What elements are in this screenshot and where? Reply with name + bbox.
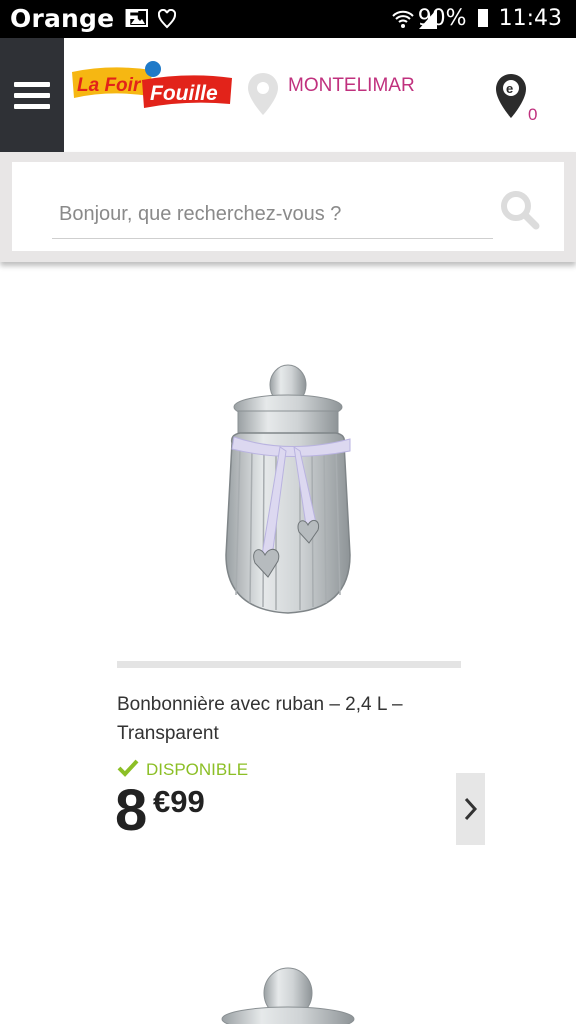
search-input[interactable]	[52, 190, 493, 239]
gallery-icon	[128, 9, 148, 27]
battery-icon	[477, 9, 488, 27]
price-integer: 8	[115, 778, 148, 843]
cart-count: 0	[528, 105, 538, 124]
next-product-button[interactable]	[456, 773, 485, 845]
product-title[interactable]: Bonbonnière avec ruban – 2,4 L – Transpa…	[117, 690, 457, 748]
search-container	[12, 162, 564, 251]
availability-label: DISPONIBLE	[146, 760, 249, 779]
logo-text-bottom: Fouille	[150, 82, 218, 105]
status-bar: Orange F 90% 11:43	[0, 0, 576, 38]
hamburger-icon-bar	[14, 104, 50, 109]
wifi-icon	[392, 10, 414, 28]
hamburger-icon	[14, 82, 50, 87]
menu-button[interactable]	[0, 38, 64, 152]
hamburger-icon-bar	[14, 93, 50, 98]
product-divider	[117, 661, 461, 668]
search-bar	[0, 152, 576, 262]
chevron-right-icon	[464, 797, 478, 821]
product-image[interactable]	[210, 355, 365, 625]
store-name[interactable]: MONTELIMAR	[288, 75, 415, 97]
price-decimal: €99	[153, 784, 205, 819]
carrier-label: Orange F	[10, 4, 141, 33]
check-icon	[117, 759, 139, 777]
cart-pin-icon[interactable]: e	[494, 72, 528, 120]
app-header: La Foir Fouille MONTELIMAR e 0	[0, 38, 576, 152]
heart-icon	[158, 9, 176, 29]
clock: 11:43	[498, 6, 562, 31]
search-icon[interactable]	[499, 189, 541, 231]
svg-text:e: e	[506, 81, 513, 96]
logo-text-top: La Foir	[77, 75, 142, 96]
location-pin-icon[interactable]	[246, 71, 280, 117]
product-image-next[interactable]	[210, 965, 365, 1024]
battery-percent: 90%	[417, 6, 467, 31]
la-foir-fouille-logo[interactable]: La Foir Fouille	[70, 58, 233, 114]
